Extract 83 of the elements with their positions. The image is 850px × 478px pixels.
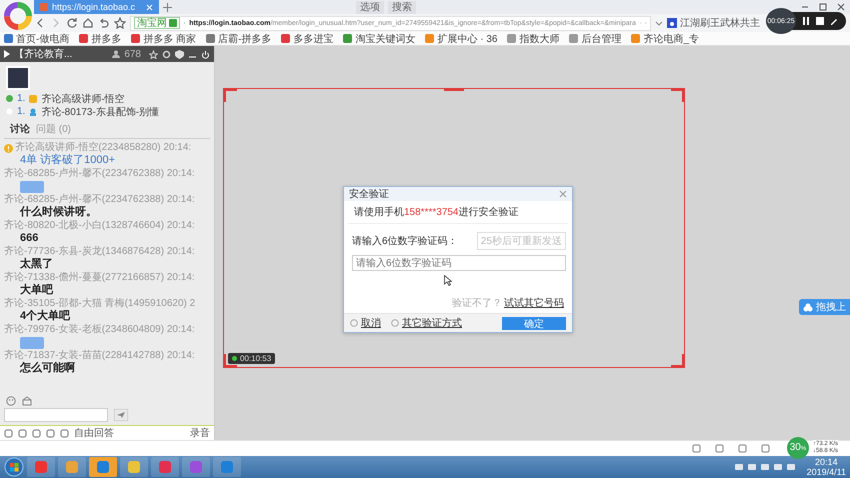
home-icon[interactable] <box>82 17 94 29</box>
cancel-link[interactable]: 取消 <box>350 316 381 330</box>
confirm-button[interactable]: 确定 <box>502 316 566 330</box>
start-button-icon[interactable] <box>4 457 24 477</box>
rank-number: 1. <box>17 93 26 104</box>
dialog-title: 安全验证 <box>349 188 389 201</box>
play-icon <box>4 50 10 58</box>
send-icon[interactable] <box>114 409 128 421</box>
message-sender: 齐论高级讲师-悟空(2234858280) 20:14: <box>15 142 192 154</box>
taskbar-app-icon[interactable] <box>89 457 117 477</box>
viewer-count: 678 <box>124 48 141 60</box>
avatar-placeholder <box>6 66 30 90</box>
other-number-link[interactable]: 试试其它号码 <box>504 296 564 310</box>
bookmark-item[interactable]: 淘宝关键词女 <box>343 32 416 46</box>
message-text: 怎么可能啊 <box>18 362 76 375</box>
message-text: 4单 访客破了1000+ <box>19 154 116 167</box>
taskbar-app-icon[interactable] <box>120 457 148 477</box>
person-icon <box>29 108 38 116</box>
member-name: 齐论-80173-东县配饰-别懂 <box>41 106 160 118</box>
message-sender: 齐论-68285-卢州-馨不(2234762388) 20:14: <box>4 168 196 180</box>
code-label: 请输入6位数字验证码： <box>352 234 458 248</box>
cloud-icon <box>803 302 813 312</box>
message-text: 666 <box>19 232 40 245</box>
record-button[interactable]: 录音 <box>190 426 210 440</box>
chat-title: 【齐论教育... <box>14 48 74 61</box>
toolbar-button[interactable]: 搜索 <box>388 0 416 14</box>
undo-icon[interactable] <box>98 17 110 29</box>
message-sender: 齐论-71338-儋州-蔓蔓(2772166857) 20:14: <box>4 272 196 284</box>
bookmark-item[interactable]: 指数大师 <box>507 32 560 46</box>
person-icon <box>112 50 120 58</box>
reload-icon[interactable] <box>66 17 78 29</box>
extension-button[interactable]: 江湖刷王武林共主 <box>667 16 760 30</box>
sticker-image <box>20 337 44 349</box>
pointer-icon <box>444 275 452 286</box>
recording-timer: 00:10:53 <box>228 353 276 364</box>
clock-date: 2019/4/11 <box>806 467 846 477</box>
message-text: 大单吧 <box>19 284 54 297</box>
pen-icon[interactable] <box>830 17 838 25</box>
bookmark-item[interactable]: 首页-做电商 <box>4 32 70 46</box>
bookmark-item[interactable]: 拼多多 <box>79 32 122 46</box>
message-sender: 齐论-35105-邵都-大猫 青梅(1495910620) 2 <box>4 298 196 310</box>
new-tab-icon[interactable] <box>163 2 172 12</box>
message-sender: 齐论-68285-卢州-馨不(2234762388) 20:14: <box>4 194 196 206</box>
message-text: 4个大单吧 <box>19 310 72 323</box>
pause-icon[interactable] <box>802 17 810 25</box>
free-answer-button[interactable]: 自由回答 <box>74 426 114 440</box>
circle-icon <box>350 319 358 327</box>
bookmark-item[interactable]: 拼多多 商家 <box>131 32 196 46</box>
power-icon[interactable] <box>201 50 210 58</box>
rank-number: 1. <box>17 106 26 117</box>
bookmark-item[interactable]: 多多进宝 <box>281 32 334 46</box>
gift-icon[interactable] <box>22 396 32 406</box>
window-maximize-icon[interactable] <box>818 2 828 12</box>
message-text: 太黑了 <box>18 258 54 271</box>
member-name: 齐论高级讲师-悟空 <box>41 92 125 106</box>
clock-time: 20:14 <box>815 457 838 467</box>
frame-handle[interactable] <box>444 88 464 91</box>
page-favicon-icon <box>40 3 48 11</box>
caret-icon[interactable] <box>655 19 663 27</box>
message-text: 什么时候讲呀。 <box>18 206 98 219</box>
close-icon[interactable] <box>836 2 846 12</box>
notice-text: 请使用手机158****3754进行安全验证 <box>348 201 568 224</box>
other-method-link[interactable]: 其它验证方式 <box>391 316 462 330</box>
browser-logo[interactable] <box>4 2 32 30</box>
message-sender: 齐论-71837-女装-苗苗(2284142788) 20:14: <box>4 350 196 362</box>
message-sender: 齐论-80820-北极-小白(1328746604) 20:14: <box>4 220 196 232</box>
star-icon[interactable] <box>114 17 126 29</box>
circle-icon <box>391 319 399 327</box>
bookmark-item[interactable]: 扩展中心 · 36 <box>425 32 498 46</box>
message-sender: 齐论-77736-东县-炭龙(1346876428) 20:14: <box>4 246 196 258</box>
site-badge: 淘宝网 <box>134 17 180 29</box>
warning-icon <box>4 144 13 152</box>
help-text: 验证不了？ <box>452 297 502 310</box>
emoji-icon[interactable] <box>6 396 16 406</box>
sticker-image <box>20 181 44 193</box>
message-input[interactable] <box>4 408 108 422</box>
toolbar-button[interactable]: 选项 <box>356 0 384 14</box>
message-sender: 齐论-79976-女装-老板(2348604809) 20:14: <box>4 324 196 336</box>
bookmark-item[interactable]: 齐论电商_专 <box>631 32 700 46</box>
bookmark-item[interactable]: 店霸-拼多多 <box>206 32 272 46</box>
bookmark-item[interactable]: 后台管理 <box>569 32 622 46</box>
chat-tab[interactable]: 讨论 <box>10 122 30 136</box>
code-input[interactable]: 请输入6位数字验证码 <box>352 255 566 271</box>
